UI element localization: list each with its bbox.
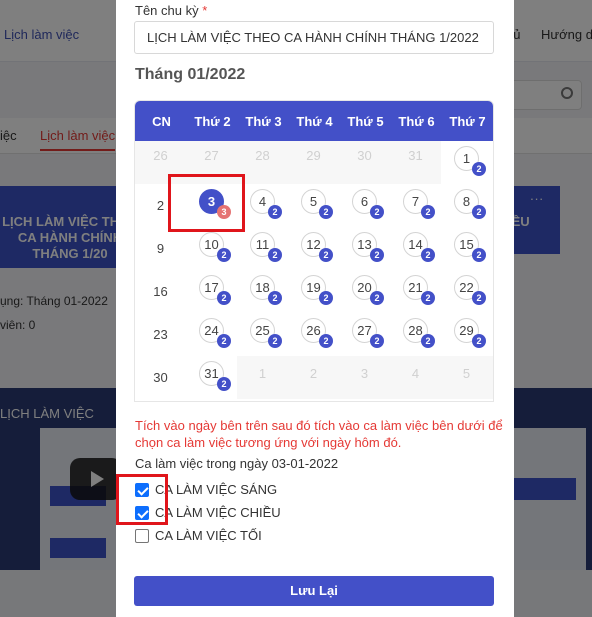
prev-month-day: 27 [204, 148, 219, 163]
calendar: CN Thứ 2 Thứ 3 Thứ 4 Thứ 5 Thứ 6 Thứ 7 26 27 28 2… [134, 100, 494, 402]
month-title: Tháng 01/2022 [135, 66, 246, 83]
weekday-header: Thứ 7 [449, 114, 486, 129]
cycle-name-input[interactable] [134, 21, 494, 54]
schedule-modal: Tên chu kỳ * Tháng 01/2022 CN Thứ 2 Thứ 3 T… [116, 0, 514, 617]
shift-label: CA LÀM VIỆC CHIỀU [155, 505, 281, 520]
cycle-name-label: Tên chu kỳ * [135, 3, 207, 18]
shift-count-badge: 2 [268, 334, 282, 348]
shift-count-badge: 2 [217, 334, 231, 348]
shift-count-badge: 2 [268, 205, 282, 219]
highlight-checked-shifts [116, 474, 168, 525]
shift-count-badge: 2 [472, 248, 486, 262]
shift-count-badge: 2 [370, 205, 384, 219]
shift-count-badge: 2 [319, 291, 333, 305]
weekday-header: CN [152, 114, 171, 129]
prev-month-day: 31 [408, 148, 423, 163]
weekday-header: Thứ 5 [347, 114, 384, 129]
shift-count-badge: 2 [319, 248, 333, 262]
shift-count-badge: 2 [217, 291, 231, 305]
sunday-day[interactable]: 16 [135, 284, 186, 299]
prev-month-day: 26 [153, 148, 168, 163]
shift-count-badge: 2 [472, 334, 486, 348]
weekday-header: Thứ 2 [194, 114, 231, 129]
required-mark: * [202, 3, 208, 18]
shift-label: CA LÀM VIỆC TỐI [155, 528, 262, 543]
weekday-header: Thứ 3 [245, 114, 282, 129]
shift-checkbox[interactable] [135, 529, 149, 543]
shift-count-badge: 2 [370, 334, 384, 348]
weekday-header: Thứ 4 [296, 114, 333, 129]
cycle-name-label-text: Tên chu kỳ [135, 3, 199, 18]
shift-count-badge: 2 [370, 291, 384, 305]
next-month-day: 2 [309, 366, 318, 381]
shift-count-badge: 2 [268, 291, 282, 305]
shift-count-badge: 2 [217, 377, 231, 391]
highlight-selected-day [168, 174, 245, 232]
shift-label: CA LÀM VIỆC SÁNG [155, 482, 278, 497]
shift-count-badge: 2 [421, 248, 435, 262]
shift-count-badge: 2 [472, 205, 486, 219]
weekday-header: Thứ 6 [398, 114, 435, 129]
prev-month-day: 28 [255, 148, 270, 163]
next-month-day: 5 [462, 366, 471, 381]
sunday-day[interactable]: 9 [135, 241, 186, 256]
prev-month-day: 29 [306, 148, 321, 163]
calendar-header: CN Thứ 2 Thứ 3 Thứ 4 Thứ 5 Thứ 6 Thứ 7 [135, 101, 493, 141]
shift-count-badge: 2 [370, 248, 384, 262]
next-month-day: 4 [411, 366, 420, 381]
prev-month-day: 30 [357, 148, 372, 163]
shift-count-badge: 2 [319, 334, 333, 348]
save-button[interactable]: Lưu Lại [134, 576, 494, 606]
shift-count-badge: 2 [217, 248, 231, 262]
next-month-day: 3 [360, 366, 369, 381]
shift-count-badge: 2 [319, 205, 333, 219]
shift-count-badge: 2 [421, 334, 435, 348]
next-month-day: 1 [258, 366, 267, 381]
sunday-day[interactable]: 23 [135, 327, 186, 342]
shift-count-badge: 2 [421, 291, 435, 305]
shift-count-badge: 2 [421, 205, 435, 219]
shift-count-badge: 2 [472, 291, 486, 305]
shift-count-badge: 2 [268, 248, 282, 262]
shifts-title: Ca làm việc trong ngày 03-01-2022 [135, 456, 339, 471]
sunday-day[interactable]: 30 [135, 370, 186, 385]
shift-count-badge: 2 [472, 162, 486, 176]
instruction-text: Tích vào ngày bên trên sau đó tích vào c… [135, 418, 503, 450]
